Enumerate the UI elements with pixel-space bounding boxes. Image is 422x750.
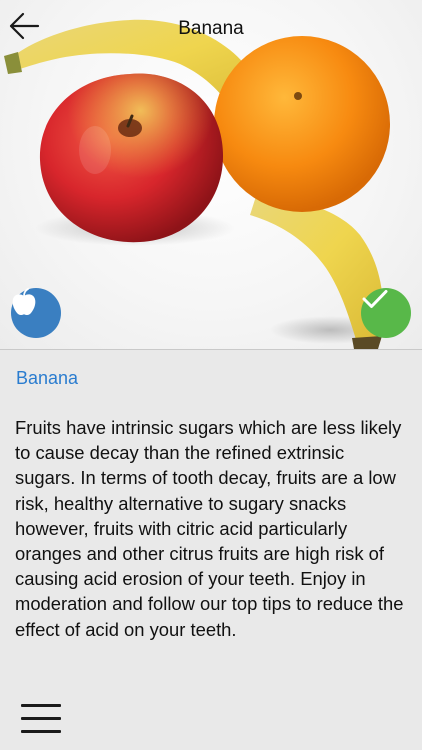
fruit-category-button[interactable] [11, 288, 61, 338]
fruits-illustration [4, 19, 390, 349]
menu-button[interactable] [21, 704, 61, 734]
checkmark-icon [362, 290, 388, 308]
fruit-photo: Banana [0, 0, 422, 349]
mark-done-button[interactable] [361, 288, 411, 338]
apple-icon [12, 288, 36, 316]
fruit-name-label: Banana [16, 368, 79, 388]
fruit-detail-screen: Banana Banana Fruits have intrinsic suga… [0, 0, 422, 750]
divider [0, 349, 422, 350]
page-title: Banana [178, 18, 244, 39]
fruit-description: Fruits have intrinsic sugars which are l… [15, 417, 404, 640]
